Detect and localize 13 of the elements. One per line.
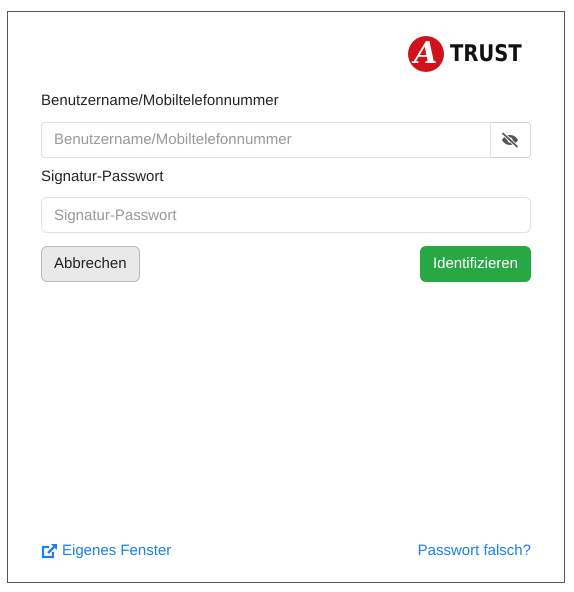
input-field[interactable]: Signatur-Passwort (41, 197, 531, 233)
visibility-toggle-button[interactable] (490, 122, 531, 158)
eye-slash-icon (500, 132, 520, 148)
link[interactable]: Passwort falsch? (418, 540, 531, 562)
input-field[interactable]: Benutzername/Mobiltelefonnummer (41, 122, 491, 158)
cancel-button[interactable]: Abbrechen (41, 246, 140, 282)
field-label: Benutzername/Mobiltelefonnummer (41, 91, 280, 111)
field-label: Signatur-Passwort (41, 166, 165, 186)
link[interactable]: Eigenes Fenster (41, 540, 172, 562)
logo-text: TRUST (450, 40, 522, 69)
external-link-icon (41, 542, 58, 559)
logo-mark: A (408, 36, 444, 72)
identify-button[interactable]: Identifizieren (420, 246, 531, 282)
